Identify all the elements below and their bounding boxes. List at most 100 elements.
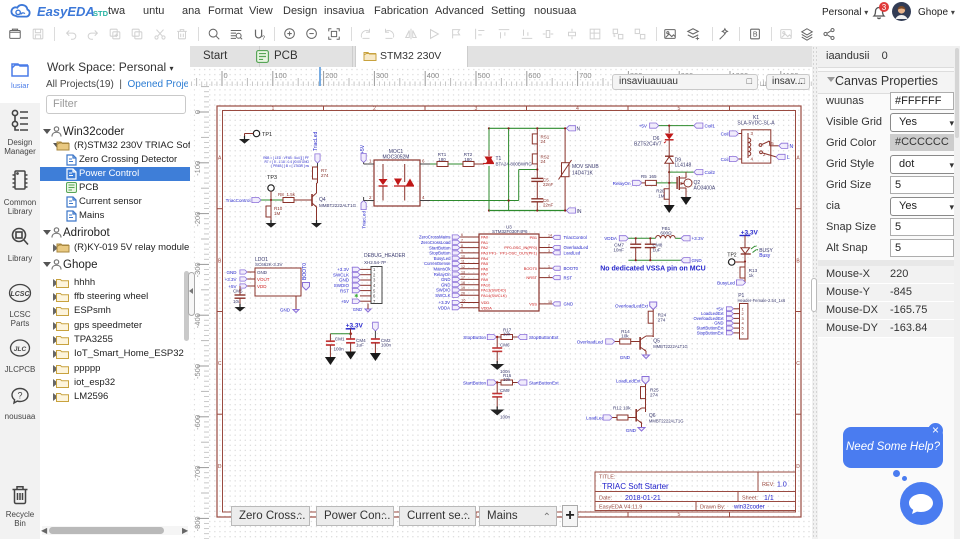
svg-text:1uF: 1uF bbox=[653, 248, 661, 253]
svg-text:Coil2: Coil2 bbox=[705, 170, 716, 175]
svg-text:GND: GND bbox=[692, 258, 703, 263]
svg-text:22nF: 22nF bbox=[543, 182, 554, 187]
svg-text:RelayOn: RelayOn bbox=[613, 181, 631, 186]
svg-text:10k: 10k bbox=[621, 334, 629, 339]
svg-text:C: C bbox=[218, 361, 222, 367]
svg-text:CM1: CM1 bbox=[335, 337, 345, 342]
svg-text:PA7: PA7 bbox=[481, 272, 488, 277]
svg-text:GND: GND bbox=[564, 302, 574, 307]
svg-text:StopButton: StopButton bbox=[463, 335, 486, 340]
svg-text:12: 12 bbox=[461, 265, 465, 269]
svg-text:SWCLK: SWCLK bbox=[435, 293, 450, 298]
svg-text:StopButtonExt: StopButtonExt bbox=[529, 335, 559, 340]
svg-text:TP2: TP2 bbox=[727, 253, 736, 259]
svg-text:PF1-OSC_OUT(PF1): PF1-OSC_OUT(PF1) bbox=[500, 250, 538, 255]
svg-text:CM9: CM9 bbox=[500, 388, 510, 393]
svg-text:Coil: Coil bbox=[721, 131, 729, 136]
svg-text:PA14(SWCLK): PA14(SWCLK) bbox=[481, 293, 507, 298]
svg-text:LoadLed: LoadLed bbox=[586, 415, 604, 420]
svg-text:A: A bbox=[218, 156, 222, 162]
svg-text:N: N bbox=[790, 144, 794, 150]
svg-text:TRIAC Soft Starter: TRIAC Soft Starter bbox=[602, 482, 669, 491]
svg-text:XH2.54-7P: XH2.54-7P bbox=[364, 260, 386, 265]
svg-text:PA2: PA2 bbox=[481, 245, 488, 250]
svg-text:6: 6 bbox=[461, 233, 463, 237]
svg-text:PB1: PB1 bbox=[530, 235, 537, 240]
svg-text:180: 180 bbox=[438, 157, 446, 162]
svg-text:PA5: PA5 bbox=[481, 261, 488, 266]
svg-text:10nF: 10nF bbox=[613, 248, 624, 253]
svg-text:22nF: 22nF bbox=[543, 203, 554, 208]
svg-text:GND: GND bbox=[280, 308, 291, 313]
svg-text:TP3: TP3 bbox=[267, 175, 277, 181]
svg-text:BOOT0: BOOT0 bbox=[564, 266, 579, 271]
svg-text:2: 2 bbox=[369, 195, 372, 200]
svg-text:EasyEDA V4.11.9: EasyEDA V4.11.9 bbox=[599, 505, 642, 511]
svg-text:-600: -600 bbox=[195, 415, 202, 430]
svg-text:LL4148: LL4148 bbox=[675, 163, 692, 169]
svg-text:SLA-5VDC-SL-A: SLA-5VDC-SL-A bbox=[737, 121, 775, 127]
svg-text:SWDIO: SWDIO bbox=[334, 283, 350, 288]
svg-text:2: 2 bbox=[548, 244, 550, 248]
svg-text:PF0-OSC_IN(PF0): PF0-OSC_IN(PF0) bbox=[504, 245, 537, 250]
svg-text:10k: 10k bbox=[623, 406, 631, 411]
svg-text:14D471K: 14D471K bbox=[572, 171, 594, 177]
svg-text:3: 3 bbox=[373, 278, 376, 283]
svg-text:5: 5 bbox=[373, 288, 376, 293]
svg-text:1uF: 1uF bbox=[356, 342, 364, 347]
svg-text:-200: -200 bbox=[195, 212, 202, 227]
svg-text:CM6: CM6 bbox=[500, 342, 510, 347]
svg-text:9: 9 bbox=[461, 249, 463, 253]
svg-text:Date:: Date: bbox=[599, 496, 613, 502]
svg-text:180: 180 bbox=[464, 157, 472, 162]
svg-text:OverloadLed: OverloadLed bbox=[564, 245, 589, 250]
svg-text:6: 6 bbox=[742, 330, 745, 335]
svg-text:StartButtonExt: StartButtonExt bbox=[529, 380, 559, 385]
svg-text:AO3400A: AO3400A bbox=[694, 186, 716, 192]
svg-text:Coil1: Coil1 bbox=[705, 124, 716, 129]
svg-text:2018-01-21: 2018-01-21 bbox=[625, 495, 661, 502]
svg-text:R5: R5 bbox=[641, 174, 647, 179]
svg-text:5: 5 bbox=[678, 106, 681, 112]
svg-text:1.0: 1.0 bbox=[777, 482, 787, 489]
svg-text:-400: -400 bbox=[195, 313, 202, 328]
svg-text:Drawn By:: Drawn By: bbox=[700, 505, 726, 511]
svg-text:100n: 100n bbox=[381, 342, 392, 347]
svg-text:8: 8 bbox=[461, 244, 463, 248]
svg-text:TriacControl: TriacControl bbox=[226, 198, 251, 203]
svg-text:24: 24 bbox=[541, 139, 547, 144]
svg-text:VDDA: VDDA bbox=[481, 305, 492, 310]
svg-text:RST: RST bbox=[564, 275, 573, 280]
svg-text:ZeroCrossMains: ZeroCrossMains bbox=[419, 235, 451, 240]
svg-text:SWDIO: SWDIO bbox=[436, 288, 451, 293]
svg-text:VDDA: VDDA bbox=[604, 236, 618, 241]
svg-text:2: 2 bbox=[373, 272, 376, 277]
svg-text:10k: 10k bbox=[503, 377, 511, 382]
svg-text:STM32F030F4P6: STM32F030F4P6 bbox=[492, 229, 528, 234]
svg-text:OverloadLedExt: OverloadLedExt bbox=[615, 303, 649, 308]
svg-text:JLC: JLC bbox=[14, 346, 27, 353]
svg-text:[ PR4B ] [ B = [ 1T63R ] ns: [ PR4B ] [ B = [ 1T63R ] ns bbox=[271, 164, 309, 168]
svg-text:274: 274 bbox=[321, 173, 329, 178]
svg-text:SWCLK: SWCLK bbox=[333, 272, 349, 277]
svg-text:+3.3V: +3.3V bbox=[225, 277, 237, 282]
svg-text:274: 274 bbox=[650, 393, 658, 398]
svg-text:✱: ✱ bbox=[354, 294, 358, 300]
svg-text:BOOT0: BOOT0 bbox=[302, 263, 308, 280]
svg-text:Busy: Busy bbox=[759, 253, 771, 259]
svg-text:1: 1 bbox=[373, 267, 376, 272]
svg-text:TriacLed: TriacLed bbox=[362, 211, 367, 229]
svg-text:BOOT0: BOOT0 bbox=[524, 266, 538, 271]
svg-text:BusyLed: BusyLed bbox=[717, 280, 735, 285]
svg-text:+5V: +5V bbox=[360, 144, 366, 154]
svg-text:13: 13 bbox=[461, 270, 465, 274]
svg-text:SC662K-3.3V: SC662K-3.3V bbox=[255, 262, 283, 267]
svg-text:StopButton: StopButton bbox=[429, 251, 451, 256]
svg-text:MainsOk: MainsOk bbox=[434, 267, 452, 272]
svg-text:VDD: VDD bbox=[257, 284, 267, 289]
svg-text:MOC3052M: MOC3052M bbox=[383, 155, 410, 161]
svg-text:BusyLed: BusyLed bbox=[434, 256, 451, 261]
svg-text:5: 5 bbox=[771, 141, 774, 146]
svg-text:600Ω: 600Ω bbox=[660, 230, 672, 235]
svg-text:PA13(SWDIO): PA13(SWDIO) bbox=[481, 288, 507, 293]
